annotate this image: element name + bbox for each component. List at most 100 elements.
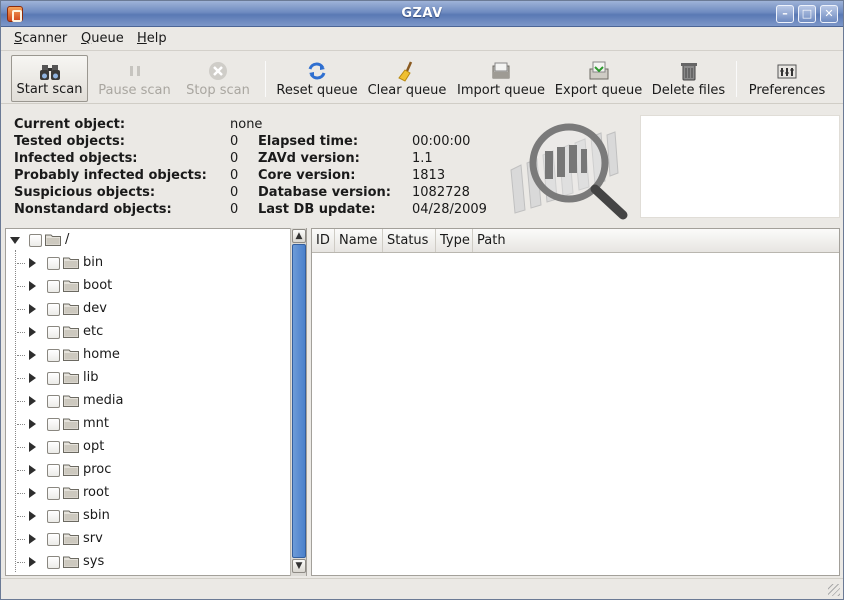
tree-checkbox[interactable] bbox=[47, 303, 60, 316]
column-type[interactable]: Type bbox=[436, 229, 473, 252]
expand-arrow-icon[interactable] bbox=[29, 350, 36, 360]
tree-item[interactable]: opt bbox=[6, 436, 290, 459]
menu-scanner[interactable]: Scanner bbox=[14, 31, 67, 46]
menu-help[interactable]: Help bbox=[137, 31, 167, 46]
expand-arrow-icon[interactable] bbox=[29, 396, 36, 406]
suspicious-objects-label: Suspicious objects: bbox=[14, 185, 156, 200]
tested-objects-value: 0 bbox=[230, 134, 239, 149]
app-window: GZAV – □ ✕ Scanner Queue Help Start scan… bbox=[0, 0, 844, 600]
expand-arrow-icon[interactable] bbox=[29, 465, 36, 475]
expand-arrow-icon[interactable] bbox=[29, 281, 36, 291]
menu-bar: Scanner Queue Help bbox=[1, 27, 843, 51]
magnifier-logo-icon bbox=[510, 123, 628, 220]
tree-item[interactable]: root bbox=[6, 482, 290, 505]
folder-icon bbox=[63, 464, 79, 476]
expand-arrow-icon[interactable] bbox=[29, 419, 36, 429]
last-db-update-label: Last DB update: bbox=[258, 202, 376, 217]
tree-checkbox[interactable] bbox=[47, 441, 60, 454]
expand-arrow-icon[interactable] bbox=[29, 534, 36, 544]
column-status[interactable]: Status bbox=[383, 229, 436, 252]
column-id[interactable]: ID bbox=[312, 229, 335, 252]
pause-scan-button[interactable]: Pause scan bbox=[96, 55, 173, 102]
tree-root-row[interactable]: / bbox=[6, 229, 290, 252]
expand-arrow-icon[interactable] bbox=[29, 488, 36, 498]
broom-icon bbox=[398, 61, 413, 82]
tree-item[interactable]: sys bbox=[6, 551, 290, 574]
tree-checkbox[interactable] bbox=[47, 418, 60, 431]
tree-checkbox[interactable] bbox=[47, 257, 60, 270]
tree-checkbox[interactable] bbox=[47, 349, 60, 362]
tree-checkbox[interactable] bbox=[47, 556, 60, 569]
toolbar-separator bbox=[265, 61, 266, 97]
tree-checkbox[interactable] bbox=[47, 510, 60, 523]
elapsed-time-label: Elapsed time: bbox=[258, 134, 359, 149]
expand-arrow-icon[interactable] bbox=[29, 373, 36, 383]
tree-scrollbar[interactable]: ▲ ▼ bbox=[290, 228, 306, 576]
tree-checkbox[interactable] bbox=[47, 464, 60, 477]
tree-guide-branch bbox=[17, 401, 25, 402]
delete-files-button[interactable]: Delete files bbox=[649, 55, 728, 102]
tree-guide-branch bbox=[17, 286, 25, 287]
title-bar[interactable]: GZAV – □ ✕ bbox=[1, 1, 843, 27]
tree-item[interactable]: sbin bbox=[6, 505, 290, 528]
tree-checkbox[interactable] bbox=[47, 372, 60, 385]
import-queue-button[interactable]: Import queue bbox=[455, 55, 547, 102]
tree-guide-branch bbox=[17, 378, 25, 379]
tested-objects-label: Tested objects: bbox=[14, 134, 125, 149]
stop-icon bbox=[209, 62, 227, 80]
expand-arrow-icon[interactable] bbox=[29, 442, 36, 452]
expand-arrow-icon[interactable] bbox=[29, 557, 36, 567]
export-queue-button[interactable]: Export queue bbox=[552, 55, 645, 102]
clear-queue-button[interactable]: Clear queue bbox=[365, 55, 449, 102]
tree-item[interactable]: bin bbox=[6, 252, 290, 275]
start-scan-button[interactable]: Start scan bbox=[11, 55, 88, 102]
tree-guide-line bbox=[15, 250, 16, 572]
scroll-down-button[interactable]: ▼ bbox=[292, 559, 306, 573]
column-path[interactable]: Path bbox=[473, 229, 839, 252]
folder-icon bbox=[63, 510, 79, 522]
tree-checkbox[interactable] bbox=[47, 395, 60, 408]
stop-scan-button[interactable]: Stop scan bbox=[181, 55, 255, 102]
close-button[interactable]: ✕ bbox=[820, 5, 838, 23]
reset-queue-button[interactable]: Reset queue bbox=[274, 55, 360, 102]
current-object-label: Current object: bbox=[14, 117, 126, 132]
menu-queue-mnemonic: Q bbox=[81, 31, 92, 46]
tree-guide-branch bbox=[17, 447, 25, 448]
tree-item[interactable]: etc bbox=[6, 321, 290, 344]
preferences-button[interactable]: Preferences bbox=[744, 55, 830, 102]
tree-item[interactable]: media bbox=[6, 390, 290, 413]
tree-item[interactable]: home bbox=[6, 344, 290, 367]
tree-guide-branch bbox=[17, 424, 25, 425]
tree-checkbox[interactable] bbox=[47, 533, 60, 546]
maximize-button[interactable]: □ bbox=[798, 5, 816, 23]
collapse-arrow-icon[interactable] bbox=[10, 237, 20, 244]
results-list[interactable]: ID Name Status Type Path bbox=[311, 228, 840, 576]
column-name[interactable]: Name bbox=[335, 229, 383, 252]
tree-checkbox[interactable] bbox=[47, 326, 60, 339]
preferences-label: Preferences bbox=[748, 83, 826, 98]
directory-tree[interactable]: / bin boot dev etc home lib media mnt opt proc roo… bbox=[5, 228, 307, 576]
resize-grip-icon[interactable] bbox=[828, 584, 840, 596]
expand-arrow-icon[interactable] bbox=[29, 258, 36, 268]
database-version-label: Database version: bbox=[258, 185, 391, 200]
tree-item[interactable]: lib bbox=[6, 367, 290, 390]
tree-item[interactable]: proc bbox=[6, 459, 290, 482]
expand-arrow-icon[interactable] bbox=[29, 327, 36, 337]
expand-arrow-icon[interactable] bbox=[29, 304, 36, 314]
expand-arrow-icon[interactable] bbox=[29, 511, 36, 521]
tree-checkbox[interactable] bbox=[29, 234, 42, 247]
tree-guide-branch bbox=[17, 355, 25, 356]
menu-queue[interactable]: Queue bbox=[81, 31, 124, 46]
minimize-button[interactable]: – bbox=[776, 5, 794, 23]
scrollbar-thumb[interactable] bbox=[292, 244, 306, 558]
import-icon bbox=[492, 62, 510, 79]
nonstandard-objects-label: Nonstandard objects: bbox=[14, 202, 172, 217]
tree-item[interactable]: boot bbox=[6, 275, 290, 298]
tree-item[interactable]: dev bbox=[6, 298, 290, 321]
tree-checkbox[interactable] bbox=[47, 487, 60, 500]
tree-item[interactable]: srv bbox=[6, 528, 290, 551]
scroll-up-button[interactable]: ▲ bbox=[292, 229, 306, 243]
tree-checkbox[interactable] bbox=[47, 280, 60, 293]
tree-item[interactable]: mnt bbox=[6, 413, 290, 436]
folder-icon bbox=[63, 418, 79, 430]
